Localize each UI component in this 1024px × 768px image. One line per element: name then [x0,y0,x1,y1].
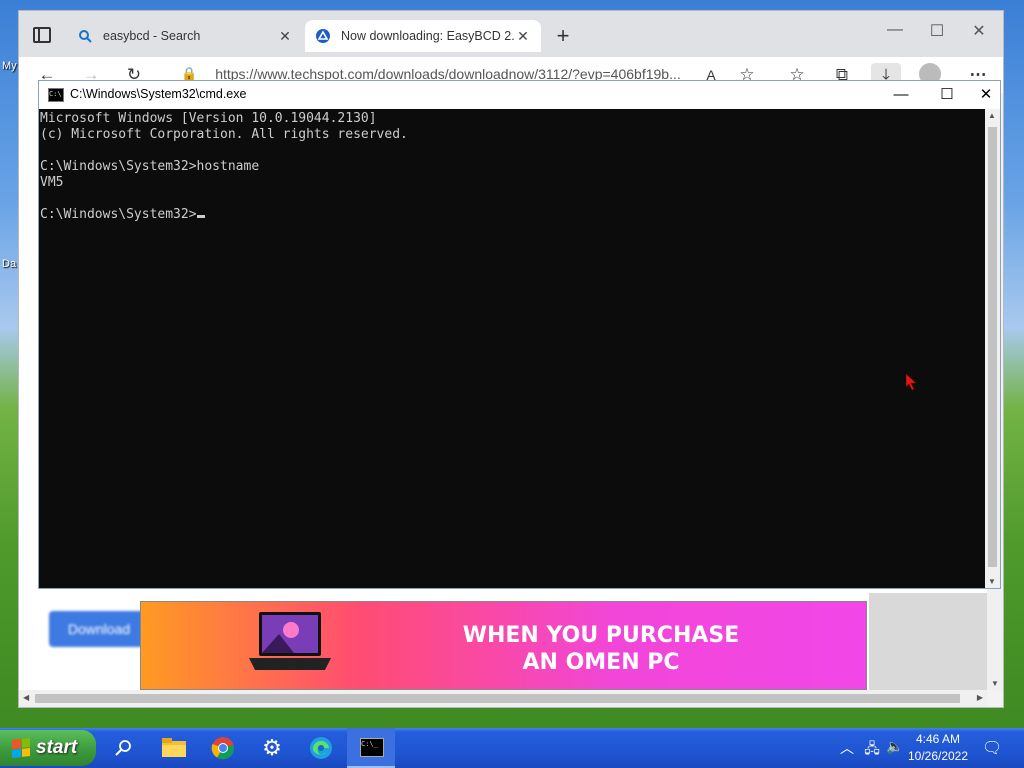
notifications-icon[interactable]: 🗨 [982,738,1002,758]
terminal-output[interactable]: Microsoft Windows [Version 10.0.19044.21… [39,109,985,588]
window-title: C:\Windows\System32\cmd.exe [70,87,247,101]
mouse-pointer-icon [906,374,917,390]
settings-icon[interactable]: ⚙ [258,734,286,762]
terminal-line: (c) Microsoft Corporation. All rights re… [40,127,408,142]
close-icon[interactable]: ✕ [277,28,293,45]
chevron-up-icon[interactable]: ︿ [837,738,857,758]
ad-text-line: WHEN YOU PURCHASE [462,623,740,648]
page-side-panel [869,593,987,690]
cmd-icon: C:\ [48,88,64,102]
close-icon[interactable]: ✕ [971,83,1001,107]
terminal-line: Microsoft Windows [Version 10.0.19044.21… [40,111,377,126]
download-button[interactable]: Download [49,611,149,647]
text-cursor [196,215,205,218]
start-button[interactable]: start [0,730,96,766]
vertical-scrollbar[interactable]: ▲ ▼ [985,109,1000,588]
scroll-right-icon[interactable]: ▶ [977,693,983,702]
terminal-line: VM5 [40,175,64,190]
horizontal-scrollbar[interactable]: ◀ ▶ [19,690,987,707]
desktop-icon-label[interactable]: Da [2,258,16,270]
minimize-icon[interactable]: — [879,83,923,107]
windows-logo-icon [12,738,30,758]
close-icon[interactable]: ✕ [959,21,999,41]
tab-bar: easybcd - Search ✕ Now downloading: Easy… [19,11,1003,57]
edge-icon[interactable] [307,734,335,762]
maximize-icon[interactable]: ☐ [925,83,969,107]
laptop-image [249,612,331,670]
ad-text-line: AN OMEN PC [522,650,680,675]
techspot-icon [315,28,331,44]
search-icon [77,28,93,44]
taskbar-item-cmd[interactable]: C:\_ [347,728,395,768]
start-label: start [36,737,78,758]
search-icon[interactable] [110,734,138,762]
cmd-window[interactable]: C:\ C:\Windows\System32\cmd.exe — ☐ ✕ Mi… [38,80,1001,589]
cmd-icon: C:\_ [360,738,384,757]
desktop-icon-label[interactable]: My [2,60,17,72]
ad-text: WHEN YOU PURCHASE AN OMEN PC [421,622,781,676]
scroll-down-icon[interactable]: ▼ [991,679,999,688]
close-icon[interactable]: ✕ [515,28,531,45]
tab-actions-icon[interactable] [33,27,51,43]
terminal-prompt: C:\Windows\System32> [40,207,197,222]
scroll-down-icon[interactable]: ▼ [988,577,996,586]
tab-label: easybcd - Search [103,29,201,43]
clock-time[interactable]: 4:46 AM [905,732,971,746]
scroll-left-icon[interactable]: ◀ [23,693,29,702]
taskbar: start ⚙ C:\_ ︿ 🖧 🔈 4:46 AM 10/26/2022 🗨 [0,728,1024,768]
scroll-thumb[interactable] [35,694,960,703]
volume-icon[interactable]: 🔈 [885,738,905,755]
ad-banner[interactable]: WHEN YOU PURCHASE AN OMEN PC [140,601,867,690]
tab-download[interactable]: Now downloading: EasyBCD 2.4. ✕ [305,20,541,52]
network-icon[interactable]: 🖧 [862,738,882,762]
tab-label: Now downloading: EasyBCD 2.4. [341,29,515,43]
chrome-icon[interactable] [209,734,237,762]
terminal-line: C:\Windows\System32>hostname [40,159,260,174]
scroll-up-icon[interactable]: ▲ [988,111,996,120]
terminal-prompt-line[interactable]: C:\Windows\System32> [40,207,985,223]
file-explorer-icon[interactable] [160,734,188,762]
cmd-titlebar[interactable]: C:\ C:\Windows\System32\cmd.exe — ☐ ✕ [39,81,1000,109]
minimize-icon[interactable]: — [875,21,915,39]
maximize-icon[interactable]: ☐ [917,21,957,41]
scroll-thumb[interactable] [988,127,997,567]
clock-date[interactable]: 10/26/2022 [905,749,971,763]
new-tab-icon[interactable]: + [551,23,575,49]
tab-search[interactable]: easybcd - Search ✕ [67,20,303,52]
